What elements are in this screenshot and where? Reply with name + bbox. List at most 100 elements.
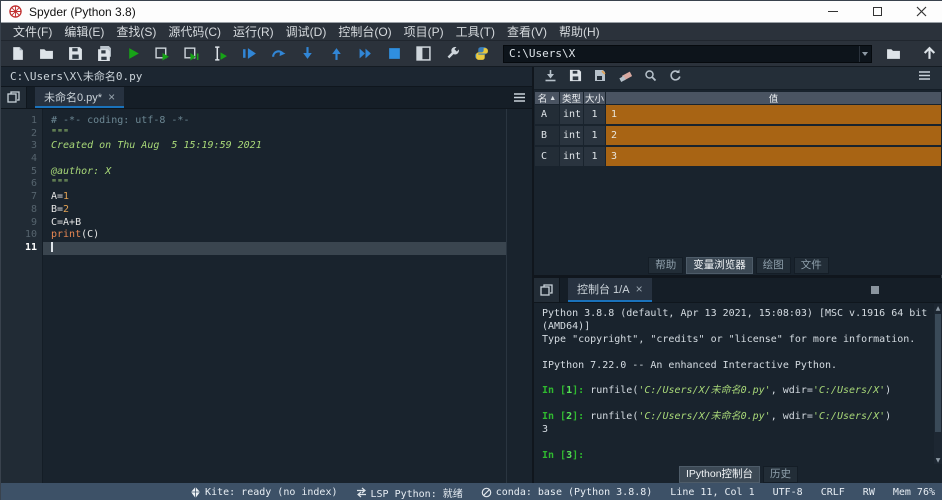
console-tab-1a[interactable]: 控制台 1/A × [568,278,652,302]
editor-tab-untitled0[interactable]: 未命名0.py* × [35,87,125,108]
close-icon[interactable]: × [636,283,643,295]
table-row[interactable]: Aint 1 1 [535,105,942,124]
status-item-6: CRLF [821,487,845,498]
column-header-2[interactable]: 类型 [560,92,583,105]
browse-directory-button[interactable] [880,43,908,65]
browse-tabs-button[interactable] [1,87,27,108]
pythonpath-button[interactable] [468,43,494,65]
menu-item-3[interactable]: 查找(S) [110,23,162,41]
debug-button[interactable] [236,43,262,65]
save-data-as-button[interactable] [588,68,613,88]
helper-tab-2[interactable]: 变量浏览器 [686,256,753,274]
close-console-button[interactable] [893,282,913,307]
square-icon [871,286,879,294]
menu-item-10[interactable]: 查看(V) [501,23,553,41]
interrupt-kernel-button[interactable] [867,282,883,298]
browse-consoles-button[interactable] [534,278,560,302]
menubar: 文件(F) 编辑(E) 查找(S) 源代码(C) 运行(R) 调试(D) 控制台(O) 项目(… [1,23,942,41]
refresh-button[interactable] [663,68,688,88]
step-over-button[interactable] [265,43,291,65]
helper-pane-tabs: 帮助 变量浏览器 绘图 文件 [534,255,942,275]
chevron-down-icon[interactable] [858,45,871,62]
scroll-up-icon[interactable]: ▲ [934,304,942,312]
console-content[interactable]: Python 3.8.8 (default, Apr 13 2021, 15:0… [534,303,942,465]
cell-name: B [535,126,559,145]
step-out-button[interactable] [323,43,349,65]
code-line: A=1 [51,191,70,203]
cell-type: int [560,147,583,166]
code-editor[interactable]: 1 2 3 4 5 6 7 8 9 10 11 # -*- coding: utf-8 -*- """… [1,109,532,483]
console-tabbar: 控制台 1/A × [534,278,942,307]
console-line: IPython 7.22.0 -- An enhanced Interactiv… [542,359,838,371]
search-button[interactable] [638,68,663,88]
minimize-button[interactable] [811,1,855,22]
run-selection-button[interactable] [207,43,233,65]
titlebar: Spyder (Python 3.8) [1,1,942,23]
console-bottom-tab-2[interactable]: 历史 [763,465,799,483]
menu-item-9[interactable]: 工具(T) [450,23,501,41]
menu-item-5[interactable]: 运行(R) [227,23,280,41]
console-scrollbar[interactable]: ▲ ▼ [934,304,942,464]
run-cell-button[interactable] [149,43,175,65]
console-line: (AMD64)] [542,320,591,332]
stop-button[interactable] [381,43,407,65]
console-bottom-tabs: IPython控制台 历史 [534,465,942,483]
menu-item-2[interactable]: 编辑(E) [58,23,110,41]
continue-button[interactable] [352,43,378,65]
maximize-button[interactable] [855,1,899,22]
stack-icon [540,283,553,296]
refresh-icon [669,69,682,87]
helper-tab-1[interactable]: 帮助 [648,256,684,274]
open-file-button[interactable] [33,43,59,65]
save-all-button[interactable] [91,43,117,65]
import-data-button[interactable] [538,68,563,88]
table-row[interactable]: Bint 1 2 [535,126,942,145]
status-item-8: Mem 76% [893,487,935,498]
menu-item-8[interactable]: 项目(P) [398,23,450,41]
working-directory-input[interactable] [504,47,859,60]
save-all-icon [97,46,112,61]
close-button[interactable] [899,1,942,22]
remove-variables-button[interactable] [613,68,638,88]
step-into-icon [300,46,315,61]
editor-options-button[interactable] [506,87,532,108]
run-cell-advance-button[interactable] [178,43,204,65]
step-into-button[interactable] [294,43,320,65]
menu-item-1[interactable]: 文件(F) [7,23,58,41]
menu-item-4[interactable]: 源代码(C) [162,23,227,41]
debug-icon [242,46,257,61]
table-row[interactable]: Cint 1 3 [535,147,942,166]
helper-tab-3[interactable]: 绘图 [755,256,791,274]
scrollbar-thumb[interactable] [935,314,941,432]
parent-directory-button[interactable] [915,43,942,65]
save-data-button[interactable] [563,68,588,88]
console-line: In [1]: runfile('C:/Users/X/未命名0.py', wd… [542,385,892,397]
maximize-pane-button[interactable] [410,43,436,65]
scroll-down-icon[interactable]: ▼ [934,456,942,464]
status-text: conda: base (Python 3.8.8) [495,486,653,498]
menu-item-7[interactable]: 控制台(O) [332,23,397,41]
menu-item-6[interactable]: 调试(D) [280,23,333,41]
conda-icon [481,487,492,498]
run-button[interactable] [120,43,146,65]
close-icon[interactable]: × [108,91,115,103]
status-item-2: LSP Python: 就绪 [356,485,463,500]
save-as-icon [594,69,607,87]
console-bottom-tab-1[interactable]: IPython控制台 [678,465,761,483]
new-file-button[interactable] [4,43,30,65]
console-line: Type "copyright", "credits" or "license"… [542,333,916,345]
preferences-button[interactable] [439,43,465,65]
column-header-4[interactable]: 值 [606,92,941,105]
column-header-1[interactable]: 名 ▲ [535,92,559,105]
save-button[interactable] [62,43,88,65]
console-options-button[interactable] [919,282,939,303]
status-text: Line 11, Col 1 [670,486,755,498]
menu-item-11[interactable]: 帮助(H) [553,23,606,41]
column-header-3[interactable]: 大小 [584,92,605,105]
lsp-icon [356,487,367,498]
variable-options-button[interactable] [912,68,937,88]
console-line: Python 3.8.8 (default, Apr 13 2021, 15:0… [542,308,928,319]
helper-tab-4[interactable]: 文件 [793,256,829,274]
